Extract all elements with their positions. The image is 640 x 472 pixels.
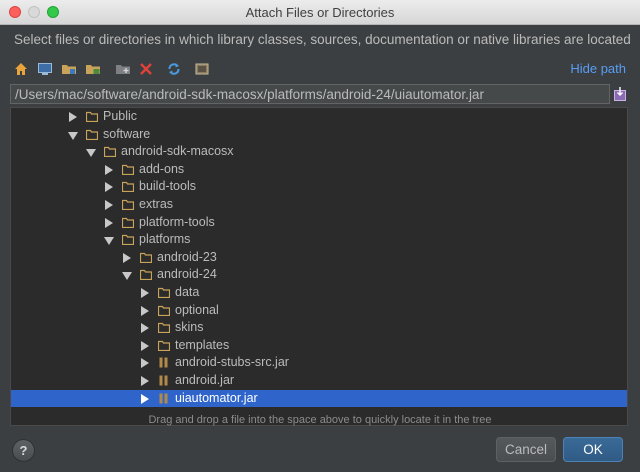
expanded-arrow-icon[interactable] (104, 237, 114, 246)
collapsed-arrow-icon[interactable] (141, 305, 149, 316)
path-input[interactable] (10, 84, 610, 104)
desktop-button[interactable] (36, 60, 54, 78)
tree-item-label: templates (175, 337, 230, 352)
collapsed-arrow-icon[interactable] (69, 112, 77, 122)
title-bar: Attach Files or Directories (0, 0, 640, 25)
tree-item-label: skins (175, 320, 204, 335)
module-folder-button[interactable] (84, 60, 102, 78)
tree-row[interactable]: platform-tools (11, 214, 627, 232)
new-folder-button[interactable] (114, 60, 132, 78)
folder-icon (122, 182, 134, 193)
hide-path-link[interactable]: Hide path (570, 61, 626, 76)
jar-icon (159, 393, 168, 404)
project-folder-button[interactable] (60, 60, 78, 78)
tree-item-label: uiautomator.jar (175, 390, 258, 405)
browse-icon (614, 87, 626, 101)
tree-row[interactable]: Public (11, 108, 627, 126)
collapsed-arrow-icon[interactable] (141, 288, 149, 298)
collapsed-arrow-icon[interactable] (141, 340, 149, 351)
show-hidden-button[interactable] (193, 60, 211, 78)
file-tree[interactable]: Public software android-sdk-macosx add-ons b… (10, 107, 628, 426)
dialog-description: Select files or directories in which lib… (14, 32, 631, 47)
tree-item-label: software (103, 126, 151, 141)
home-icon (15, 63, 27, 75)
tree-item-label: platforms (139, 232, 191, 247)
tree-item-label: android-24 (157, 267, 217, 282)
tree-row[interactable]: optional (11, 302, 627, 320)
folder-icon (122, 217, 134, 228)
expanded-arrow-icon[interactable] (86, 149, 96, 158)
tree-item-label: extras (139, 197, 174, 211)
folder-icon (158, 305, 170, 316)
collapsed-arrow-icon[interactable] (105, 200, 113, 210)
ok-button[interactable]: OK (563, 437, 623, 462)
folder-icon (86, 111, 98, 122)
delete-icon (140, 63, 152, 75)
tree-row[interactable]: data (11, 284, 627, 302)
tree-item-label: data (175, 285, 200, 299)
folder-icon (158, 287, 170, 298)
refresh-button[interactable] (165, 60, 183, 78)
collapsed-arrow-icon[interactable] (141, 358, 149, 369)
tree-item-label: android-23 (157, 249, 217, 264)
help-button[interactable]: ? (12, 439, 35, 462)
tree-row[interactable]: android-sdk-macosx (11, 143, 627, 161)
tree-item-label: add-ons (139, 161, 185, 176)
new-folder-icon (116, 65, 130, 74)
folder-icon (140, 270, 152, 281)
tree-item-label: build-tools (139, 179, 196, 194)
tree-item-label: optional (175, 302, 219, 317)
collapsed-arrow-icon[interactable] (141, 323, 149, 334)
collapsed-arrow-icon[interactable] (123, 252, 131, 263)
module-folder-icon (86, 65, 100, 74)
cancel-button[interactable]: Cancel (496, 437, 556, 462)
tree-row[interactable]: add-ons (11, 161, 627, 179)
tree-row[interactable]: build-tools (11, 178, 627, 196)
collapsed-arrow-icon[interactable] (105, 217, 113, 228)
collapsed-arrow-icon[interactable] (141, 376, 149, 386)
collapsed-arrow-icon[interactable] (105, 164, 113, 175)
tree-row[interactable]: platforms (11, 231, 627, 249)
collapsed-arrow-icon[interactable] (141, 393, 149, 404)
tree-row[interactable]: android-23 (11, 249, 627, 267)
folder-icon (122, 235, 134, 246)
tree-row[interactable]: templates (11, 337, 627, 355)
delete-button[interactable] (137, 60, 155, 78)
desktop-icon (38, 63, 52, 75)
jar-icon (159, 357, 168, 368)
refresh-icon (168, 63, 180, 75)
project-folder-icon (62, 65, 76, 74)
folder-icon (122, 199, 134, 210)
home-button[interactable] (12, 60, 30, 78)
folder-icon (86, 129, 98, 140)
show-hidden-icon (195, 63, 209, 75)
tree-item-label: android-stubs-src.jar (175, 355, 289, 370)
folder-icon (140, 252, 152, 263)
expanded-arrow-icon[interactable] (68, 131, 78, 140)
tree-row[interactable]: android.jar (11, 372, 627, 390)
expanded-arrow-icon[interactable] (122, 272, 132, 281)
folder-icon (158, 340, 170, 351)
folder-icon (122, 164, 134, 175)
tree-row[interactable]: skins (11, 319, 627, 337)
tree-item-label: Public (103, 109, 138, 123)
collapsed-arrow-icon[interactable] (105, 182, 113, 193)
jar-icon (159, 375, 168, 386)
folder-icon (104, 147, 116, 158)
folder-icon (158, 323, 170, 334)
tree-row[interactable]: software (11, 126, 627, 144)
path-browse-button[interactable] (613, 86, 627, 102)
drag-drop-hint: Drag and drop a file into the space abov… (148, 414, 492, 426)
window-title: Attach Files or Directories (245, 5, 395, 20)
tree-item-label: android-sdk-macosx (121, 144, 234, 159)
tree-row[interactable]: extras (11, 196, 627, 214)
tree-row[interactable]: android-24 (11, 266, 627, 284)
tree-item-label: android.jar (175, 373, 235, 387)
tree-row[interactable]: android-stubs-src.jar (11, 354, 627, 372)
tree-item-label: platform-tools (139, 214, 215, 229)
tree-row[interactable]: uiautomator.jar (11, 389, 627, 408)
